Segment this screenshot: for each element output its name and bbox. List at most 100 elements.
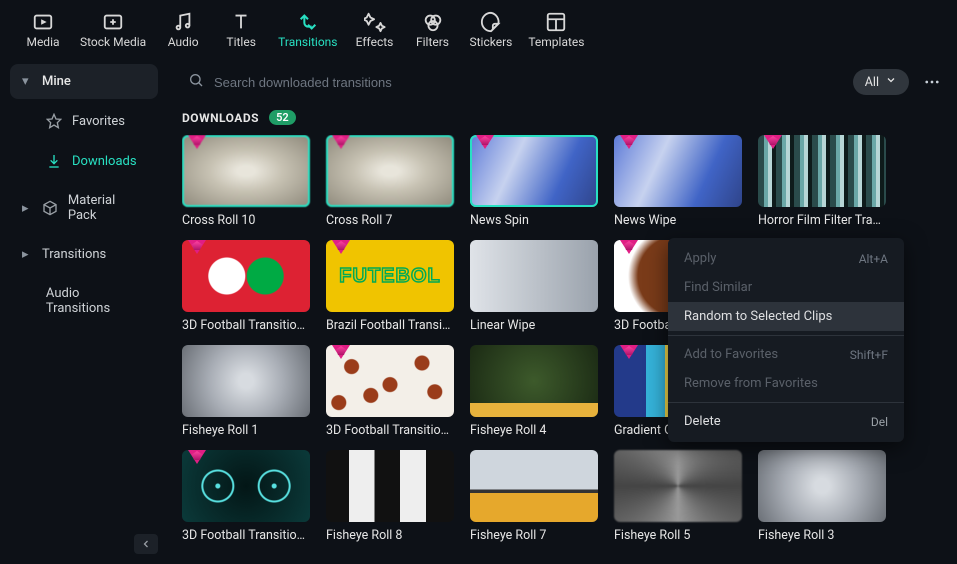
ctx-random-to-selected[interactable]: Random to Selected Clips bbox=[668, 302, 904, 331]
transition-name: Cross Roll 7 bbox=[326, 213, 454, 228]
topnav-templates[interactable]: Templates bbox=[520, 11, 592, 49]
top-nav: Media Stock Media Audio Titles Transitions Ef… bbox=[0, 0, 957, 58]
transition-card[interactable]: Fisheye Roll 3 bbox=[758, 450, 886, 543]
transition-name: Fisheye Roll 3 bbox=[758, 528, 886, 543]
sidebar-item-audio-transitions[interactable]: Audio Transitions bbox=[10, 276, 158, 326]
sidebar-item-transitions[interactable]: ▸ Transitions bbox=[10, 237, 158, 272]
more-options-button[interactable] bbox=[921, 73, 943, 91]
thumbnail[interactable] bbox=[182, 135, 310, 207]
sidebar-item-label: Downloads bbox=[72, 154, 137, 169]
separator bbox=[668, 335, 904, 336]
transition-card[interactable]: Cross Roll 7 bbox=[326, 135, 454, 228]
thumbnail[interactable] bbox=[470, 345, 598, 417]
sidebar-item-material-pack[interactable]: ▸ Material Pack bbox=[10, 183, 158, 233]
transition-card[interactable]: 3D Football Transition 4 bbox=[326, 345, 454, 438]
section-header: DOWNLOADS 52 bbox=[182, 106, 943, 135]
thumbnail[interactable] bbox=[326, 345, 454, 417]
topnav-transitions[interactable]: Transitions bbox=[270, 11, 345, 49]
topnav-filters[interactable]: Filters bbox=[404, 11, 462, 49]
topnav-titles[interactable]: Titles bbox=[212, 11, 270, 49]
collapse-sidebar-button[interactable] bbox=[134, 534, 158, 554]
diamond-pin-icon bbox=[188, 240, 206, 254]
thumbnail[interactable] bbox=[470, 450, 598, 522]
sidebar-item-label: Audio Transitions bbox=[46, 286, 146, 316]
diamond-pin-icon bbox=[476, 135, 494, 149]
thumbnail[interactable] bbox=[182, 450, 310, 522]
transition-card[interactable]: Horror Film Filter Transition bbox=[758, 135, 886, 228]
diamond-pin-icon bbox=[332, 345, 350, 359]
download-icon bbox=[46, 153, 62, 169]
topnav-stock-media[interactable]: Stock Media bbox=[72, 11, 154, 49]
transition-name: News Spin bbox=[470, 213, 598, 228]
sidebar-item-label: Favorites bbox=[72, 114, 125, 129]
topnav-label: Templates bbox=[528, 35, 584, 49]
topnav-stickers[interactable]: Stickers bbox=[462, 11, 521, 49]
content-area: All DOWNLOADS 52 Cross Roll 10 Cross Roll… bbox=[168, 58, 957, 564]
transition-card[interactable]: Brazil Football Transition bbox=[326, 240, 454, 333]
section-title: DOWNLOADS bbox=[182, 111, 259, 125]
topnav-label: Media bbox=[26, 35, 59, 49]
transition-name: Brazil Football Transition bbox=[326, 318, 454, 333]
transition-name: Fisheye Roll 8 bbox=[326, 528, 454, 543]
transition-name: Fisheye Roll 7 bbox=[470, 528, 598, 543]
transition-name: 3D Football Transition 6 bbox=[182, 528, 310, 543]
transition-name: Fisheye Roll 5 bbox=[614, 528, 742, 543]
thumbnail[interactable] bbox=[326, 135, 454, 207]
package-icon bbox=[42, 200, 58, 216]
topnav-media[interactable]: Media bbox=[14, 11, 72, 49]
transition-card[interactable]: Cross Roll 10 bbox=[182, 135, 310, 228]
diamond-pin-icon bbox=[620, 240, 638, 254]
transition-card[interactable]: Fisheye Roll 8 bbox=[326, 450, 454, 543]
transition-name: Cross Roll 10 bbox=[182, 213, 310, 228]
media-icon bbox=[32, 11, 54, 33]
thumbnail[interactable] bbox=[470, 240, 598, 312]
sidebar-item-mine[interactable]: ▾ Mine bbox=[10, 64, 158, 99]
sidebar-item-label: Transitions bbox=[42, 247, 106, 262]
count-badge: 52 bbox=[269, 110, 296, 125]
transition-card[interactable]: News Spin bbox=[470, 135, 598, 228]
thumbnail[interactable] bbox=[326, 450, 454, 522]
transition-name: News Wipe bbox=[614, 213, 742, 228]
audio-icon bbox=[172, 11, 194, 33]
ctx-delete[interactable]: Delete Del bbox=[668, 407, 904, 436]
transition-card[interactable]: 3D Football Transition 6 bbox=[182, 450, 310, 543]
transition-name: 3D Football Transition 4 bbox=[326, 423, 454, 438]
filters-icon bbox=[422, 11, 444, 33]
sidebar: ▾ Mine Favorites Downloads ▸ Material Pa… bbox=[0, 58, 168, 564]
transition-card[interactable]: Linear Wipe bbox=[470, 240, 598, 333]
transition-card[interactable]: Fisheye Roll 5 bbox=[614, 450, 742, 543]
stock-media-icon bbox=[102, 11, 124, 33]
transition-card[interactable]: 3D Football Transition 1 bbox=[182, 240, 310, 333]
thumbnail[interactable] bbox=[758, 450, 886, 522]
thumbnail[interactable] bbox=[614, 135, 742, 207]
ctx-apply[interactable]: Apply Alt+A bbox=[668, 244, 904, 273]
context-menu: Apply Alt+A Find Similar Random to Selec… bbox=[668, 238, 904, 442]
topnav-label: Transitions bbox=[278, 35, 337, 49]
thumbnail[interactable] bbox=[614, 450, 742, 522]
diamond-pin-icon bbox=[620, 135, 638, 149]
transition-card[interactable]: News Wipe bbox=[614, 135, 742, 228]
topnav-label: Audio bbox=[168, 35, 199, 49]
sidebar-item-downloads[interactable]: Downloads bbox=[10, 143, 158, 179]
transition-card[interactable]: Fisheye Roll 7 bbox=[470, 450, 598, 543]
sidebar-item-favorites[interactable]: Favorites bbox=[10, 103, 158, 139]
topnav-audio[interactable]: Audio bbox=[154, 11, 212, 49]
content-toolbar: All bbox=[182, 62, 943, 106]
ctx-find-similar[interactable]: Find Similar bbox=[668, 273, 904, 302]
topnav-label: Titles bbox=[226, 35, 255, 49]
star-icon bbox=[46, 113, 62, 129]
topnav-label: Stock Media bbox=[80, 35, 146, 49]
transition-card[interactable]: Fisheye Roll 1 bbox=[182, 345, 310, 438]
thumbnail[interactable] bbox=[758, 135, 886, 207]
search-icon bbox=[188, 72, 204, 92]
ctx-add-favorites[interactable]: Add to Favorites Shift+F bbox=[668, 340, 904, 369]
thumbnail[interactable] bbox=[326, 240, 454, 312]
thumbnail[interactable] bbox=[182, 345, 310, 417]
transition-card[interactable]: Fisheye Roll 4 bbox=[470, 345, 598, 438]
thumbnail[interactable] bbox=[182, 240, 310, 312]
search-input[interactable] bbox=[214, 75, 835, 90]
filter-dropdown[interactable]: All bbox=[853, 69, 909, 95]
topnav-effects[interactable]: Effects bbox=[346, 11, 404, 49]
thumbnail[interactable] bbox=[470, 135, 598, 207]
ctx-remove-favorites[interactable]: Remove from Favorites bbox=[668, 369, 904, 398]
